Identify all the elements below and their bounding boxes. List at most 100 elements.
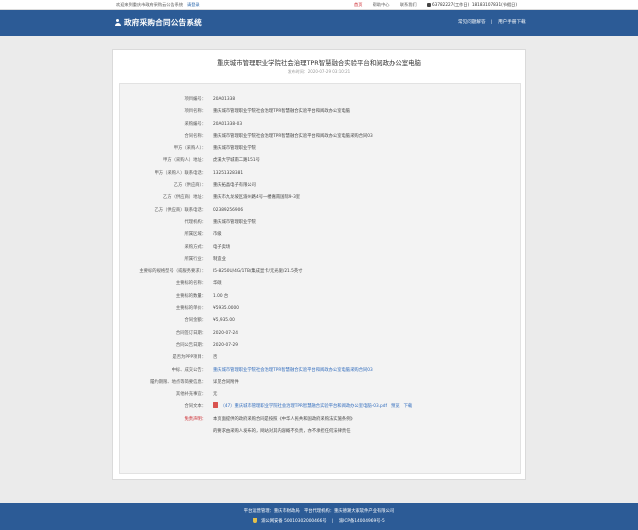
field-value: 详见合同附件 [213, 379, 239, 385]
field-value: 重庆市九龙坡区渝州路4号一楼嘉南国际9-3室 [213, 195, 301, 201]
field-label: 合同公告日期： [175, 342, 206, 348]
field-label: 甲方（采购人）： [173, 146, 206, 152]
detail-row: 合同公告日期： 2020-07-29 [120, 340, 520, 352]
field-value: 华硕 [213, 281, 222, 287]
site-header: 政府采购合同公告系统 常见问题解答 | 用户手册下载 [0, 10, 638, 36]
detail-row: 履约期限、地点等简要信息： 详见合同附件 [120, 377, 520, 389]
field-value: 重庆拓晶电子有限公司 [213, 183, 256, 189]
field-value: 1.00 台 [213, 293, 229, 299]
detail-row: 甲方（采购人）地址： 虎溪大学城南二路151号 [120, 155, 520, 167]
field-label: 合同金额： [184, 318, 206, 324]
field-label: 甲方（采购人）联系电话： [154, 170, 206, 176]
field-value: 重庆城市管理职业学院 [213, 219, 256, 225]
field-value: 2020-07-24 [213, 330, 238, 336]
police-record[interactable]: 渝公网安备 50010302000466号 [261, 519, 326, 524]
attachment: （47）重庆城市管理职业学院社会治理TPR智慧融合实验平台和阅政办公室电脑-03… [213, 401, 412, 413]
faq-link[interactable]: 常见问题解答 [458, 20, 486, 25]
field-label: 合同名称： [184, 133, 206, 139]
field-label: 所属区域： [184, 232, 206, 238]
field-label: 主要标的单价： [175, 306, 206, 312]
manual-download-link[interactable]: 用户手册下载 [498, 20, 526, 25]
field-label: 是否为PPP项目： [172, 355, 206, 361]
page-title: 重庆城市管理职业学院社会治理TPR智慧融合实验平台和阅政办公室电脑 [217, 59, 421, 67]
field-label: 主要标的数量： [175, 293, 206, 299]
field-label: 乙方（供应商）： [173, 183, 206, 189]
detail-row: 乙方（供应商）地址： 重庆市九龙坡区渝州路4号一楼嘉南国际9-3室 [120, 192, 520, 204]
detail-row: 合同名称： 重庆城市管理职业学院社会治理TPR智慧融合实验平台和阅政办公室电脑采购… [120, 131, 520, 143]
detail-row: 中标、成交公告： 重庆城市管理职业学院社会治理TPR智慧融合实验平台和阅政办公室电… [120, 365, 520, 377]
detail-row: 所属行业： 制造业 [120, 254, 520, 266]
detail-row: 主要标的规格型号（或服务要求）： I5-8250U/4G/1TB/集成显卡/无光驱… [120, 266, 520, 278]
disclaimer-row: 免责声明： 本页面提供的政府采购合同是按照《中华人民共和国政府采购法实施条例》 [120, 414, 520, 426]
field-label: 项目编号： [184, 97, 206, 102]
field-value: 重庆城市管理职业学院 [213, 146, 256, 152]
field-label: 履约期限、地点等简要信息： [150, 379, 206, 385]
detail-row: 采购编号： 20A01338-03 [120, 119, 520, 131]
footer: 平台运营管理：重庆市财政局 平台代理机构：重庆德潮大家软件产业有限公司 渝公网安… [0, 503, 638, 530]
field-value: 02389256906 [213, 207, 244, 213]
help-link[interactable]: 帮助中心 [373, 2, 390, 7]
field-label: 乙方（供应商）联系电话： [154, 207, 206, 213]
detail-row: 项目名称： 重庆城市管理职业学院社会治理TPR智慧融合实验平台和阅政办公室电脑 [120, 106, 520, 118]
field-label: 其他补充事宜： [175, 392, 206, 398]
detail-row: 主要标的名称： 华硕 [120, 278, 520, 290]
detail-row: 项目编号： 20A01338 [120, 94, 520, 106]
home-link[interactable]: 首页 [354, 2, 362, 7]
detail-row: 代理机构： 重庆城市管理职业学院 [120, 217, 520, 229]
detail-row: 是否为PPP项目： 否 [120, 352, 520, 364]
field-value: 2020-07-29 [213, 342, 238, 348]
contact-link[interactable]: 联系我们 [400, 2, 417, 7]
field-label: 代理机构： [184, 219, 206, 225]
icp-record[interactable]: 渝ICP备14004969号-5 [339, 519, 385, 524]
field-value: I5-8250U/4G/1TB/集成显卡/无光驱/21.5英寸 [213, 269, 303, 275]
detail-rows: 项目编号： 20A01338 项目名称： 重庆城市管理职业学院社会治理TPR智慧融合实… [120, 94, 520, 438]
field-label: 主要标的名称： [175, 281, 206, 287]
site-title[interactable]: 政府采购合同公告系统 [114, 17, 202, 28]
detail-row: 主要标的单价： ¥5935.0000 [120, 303, 520, 315]
footer-operator: 平台运营管理：重庆市财政局 平台代理机构：重庆德潮大家软件产业有限公司 [243, 509, 395, 514]
field-label: 采购编号： [184, 121, 206, 127]
detail-row: 采购方式： 电子卖场 [120, 242, 520, 254]
field-value: 重庆城市管理职业学院社会治理TPR智慧融合实验平台和阅政办公室电脑 [213, 109, 351, 115]
field-value: 电子卖场 [213, 244, 231, 250]
result-notice-link[interactable]: 重庆城市管理职业学院社会治理TPR智慧融合实验平台和阅政办公室电脑采购合同03 [213, 365, 373, 377]
disclaimer-line1: 本页面提供的政府采购合同是按照《中华人民共和国政府采购法实施条例》 [213, 416, 355, 422]
disclaimer-row-2: 的要求由采购人发布的，网站对其内容概不负责，亦不承担任何法律责任 [120, 426, 520, 438]
field-label: 乙方（供应商）地址： [163, 195, 206, 201]
detail-row: 合同签订日期： 2020-07-24 [120, 328, 520, 340]
pdf-icon [213, 402, 218, 409]
field-label: 主要标的规格型号（或服务要求）： [139, 269, 206, 275]
header-links: 常见问题解答 | 用户手册下载 [458, 20, 526, 25]
field-value: 虎溪大学城南二路151号 [213, 158, 260, 164]
field-value: 重庆城市管理职业学院社会治理TPR智慧融合实验平台和阅政办公室电脑采购合同03 [213, 133, 373, 139]
top-links: 首页 帮助中心 联系我们 [354, 0, 426, 10]
user-icon [114, 18, 121, 27]
detail-row: 乙方（供应商）： 重庆拓晶电子有限公司 [120, 180, 520, 192]
download-link[interactable]: 下载 [404, 404, 413, 409]
field-value: 20A01338-03 [213, 121, 243, 127]
police-badge-icon [253, 518, 258, 523]
disclaimer-line2: 的要求由采购人发布的，网站对其内容概不负责，亦不承担任何法律责任 [213, 429, 351, 435]
detail-row: 主要标的数量： 1.00 台 [120, 291, 520, 303]
login-link[interactable]: 请登录 [187, 2, 200, 7]
attachment-link[interactable]: （47）重庆城市管理职业学院社会治理TPR智慧融合实验平台和阅政办公室电脑-03… [221, 404, 388, 409]
detail-row: 其他补充事宜： 无 [120, 389, 520, 401]
detail-row: 所属区域： 市级 [120, 229, 520, 241]
field-value: 无 [213, 392, 218, 398]
field-label: 采购方式： [184, 244, 206, 250]
detail-row: 乙方（供应商）联系电话： 02389256906 [120, 205, 520, 217]
field-value: 20A01338 [213, 97, 236, 102]
detail-row: 甲方（采购人）： 重庆城市管理职业学院 [120, 143, 520, 155]
field-label: 甲方（采购人）地址： [163, 158, 206, 164]
footer-records: 渝公网安备 50010302000466号 | 渝ICP备14004969号-5 [0, 518, 638, 524]
field-value: 市级 [213, 232, 222, 238]
disclaimer-label: 免责声明： [184, 416, 206, 422]
field-value: 13251328381 [213, 170, 244, 176]
attachment-row: 合同文本： （47）重庆城市管理职业学院社会治理TPR智慧融合实验平台和阅政办公室… [120, 401, 520, 413]
field-value: 否 [213, 355, 218, 361]
detail-row: 合同金额： ¥5,935.00 [120, 315, 520, 327]
preview-link[interactable]: 预览 [391, 404, 400, 409]
phone-icon [427, 3, 431, 7]
welcome-text: 欢迎来到重庆市政府采购云公告系统 请登录 [116, 2, 200, 7]
field-value: ¥5,935.00 [213, 318, 235, 324]
